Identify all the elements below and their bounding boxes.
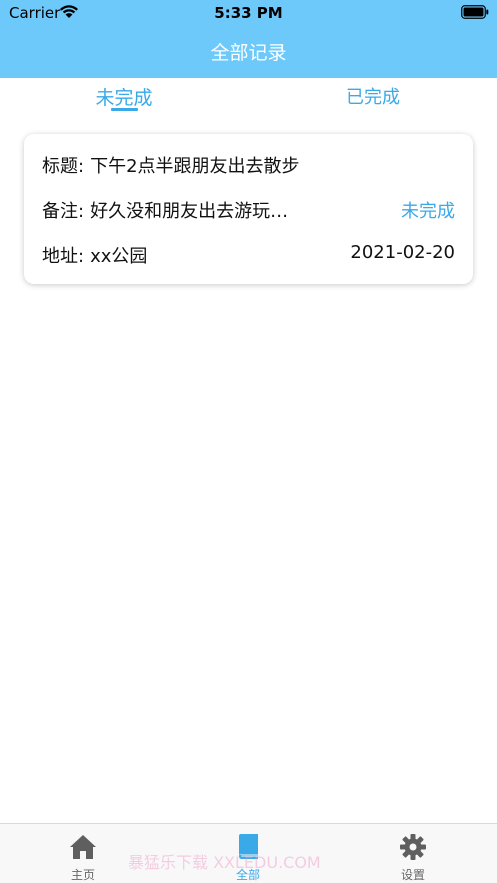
status-bar: Carrier 5:33 PM [0,0,497,26]
tab-indicator [111,108,138,111]
battery-icon [461,5,489,19]
record-status: 未完成 [401,201,455,222]
record-note-row: 备注: 好久没和朋友出去游玩… 未完成 [42,197,455,223]
record-title-row: 标题: 下午2点半跟朋友出去散步 [42,152,455,178]
record-note-label: 备注: [42,201,85,222]
record-note-value: 好久没和朋友出去游玩… [90,201,289,222]
status-time: 5:33 PM [214,4,283,22]
record-date: 2021-02-20 [350,242,455,263]
watermark: 暴猛乐下载 XXLEDU.COM [128,853,321,872]
record-address-label: 地址: [42,246,85,267]
page-title: 全部记录 [210,42,287,64]
tabbar-label-home: 主页 [70,868,95,882]
home-icon [70,835,96,859]
screen: Carrier 5:33 PM 全部记录 未完成 已完成 标题: 下午2点半跟朋友… [0,0,497,883]
tab-completed[interactable]: 已完成 [323,83,423,113]
record-address-value: xx公园 [90,246,148,267]
record-title-value: 下午2点半跟朋友出去散步 [90,156,300,177]
record-title-label: 标题: [42,156,85,177]
gear-icon [400,834,426,860]
record-card[interactable]: 标题: 下午2点半跟朋友出去散步 备注: 好久没和朋友出去游玩… 未完成 地址: xx… [24,134,473,284]
tabbar-item-home[interactable]: 主页 [33,824,133,883]
record-address-row: 地址: xx公园 2021-02-20 [42,242,455,268]
